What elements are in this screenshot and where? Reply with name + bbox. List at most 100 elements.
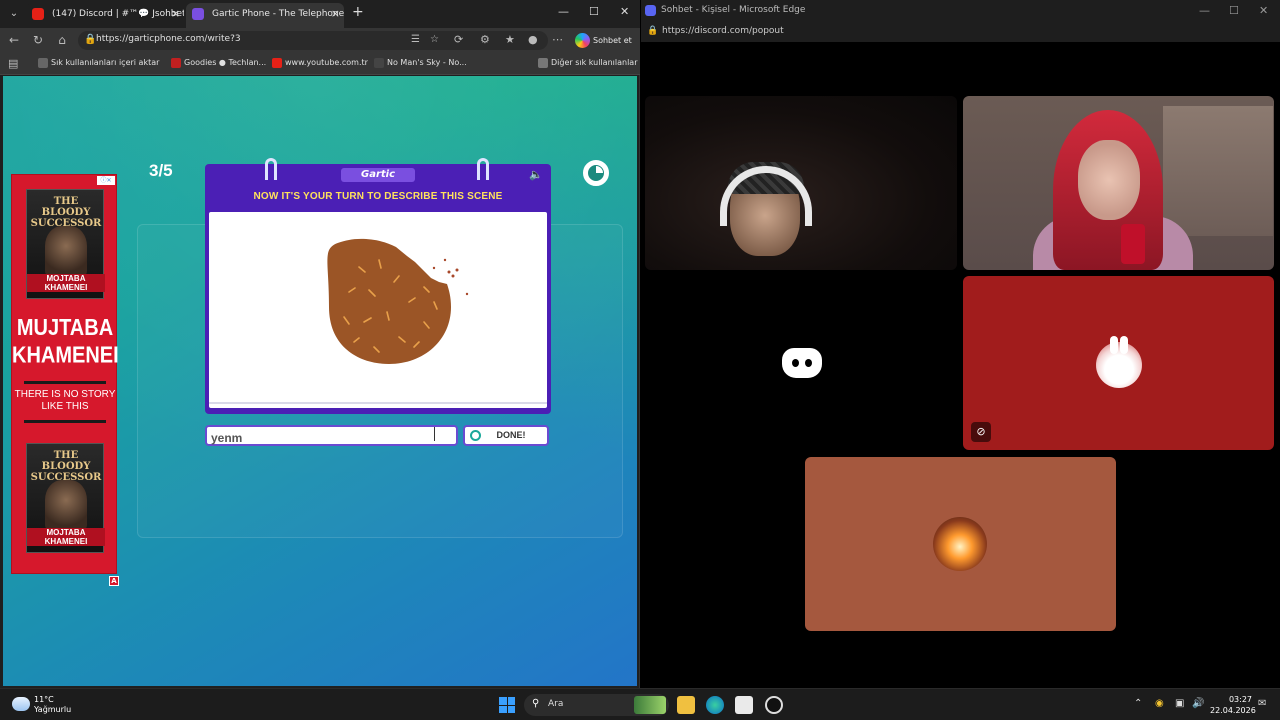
tab-discord[interactable]: (147) Discord | #™💬 Jsohbet × — [26, 3, 184, 28]
store-icon[interactable] — [735, 696, 753, 714]
ad-choices-icon[interactable]: ⓘ✕ — [97, 176, 115, 185]
bookmark-label: www.youtube.com.tr — [285, 58, 368, 67]
done-button[interactable]: DONE! — [463, 425, 549, 446]
sidebar-toggle-icon[interactable]: ▤ — [8, 57, 18, 70]
volume-icon[interactable]: 🔊 — [1192, 698, 1204, 709]
drawing-canvas — [209, 212, 547, 408]
bookmark-other[interactable]: Diğer sık kullanılanlar — [538, 58, 638, 68]
binder-ring — [265, 158, 277, 180]
weather-condition: Yağmurlu — [34, 705, 72, 714]
lock-icon: 🔒 — [84, 34, 97, 45]
bookmark-label: No Man's Sky - No... — [387, 58, 467, 67]
binder-ring — [477, 158, 489, 180]
folder-icon — [538, 58, 548, 68]
bookmark-label: Goodies ● Techlan... — [184, 58, 267, 67]
ad-headline: MUJTABA KHAMENEI — [12, 315, 119, 369]
bookmark-import[interactable]: Sık kullanılanları içeri aktar — [38, 58, 160, 68]
goodies-icon — [171, 58, 181, 68]
edge-icon[interactable] — [706, 696, 724, 714]
ad-badge[interactable]: A — [109, 576, 119, 586]
discord-default-avatar-icon — [782, 348, 822, 378]
back-icon[interactable]: ← — [6, 33, 22, 47]
weather-cloud-icon[interactable] — [12, 697, 30, 711]
search-label: Ara — [548, 699, 564, 709]
fire-avatar — [933, 517, 987, 571]
weather-widget[interactable]: 11°C Yağmurlu — [34, 695, 71, 715]
tab-actions-icon[interactable]: ⌄ — [6, 6, 22, 22]
youtube-icon — [272, 58, 282, 68]
nms-icon — [374, 58, 384, 68]
taskbar-search[interactable]: ⚲ Ara — [524, 694, 669, 716]
advertisement[interactable]: ⓘ✕ THE BLOODY SUCCESSOR MOJTABA KHAMENEI… — [11, 174, 119, 586]
tab-gartic[interactable]: Gartic Phone - The Telephone Gam × — [186, 3, 344, 28]
book-title: THE BLOODY SUCCESSOR — [30, 196, 102, 229]
answer-field[interactable] — [205, 425, 458, 447]
video-tile-user-2[interactable] — [963, 96, 1274, 270]
favorite-star-icon[interactable]: ☆ — [430, 34, 439, 45]
microphone-icon[interactable]: ◉ — [1155, 698, 1164, 709]
bookmark-goodies[interactable]: Goodies ● Techlan... — [171, 58, 267, 68]
bookmark-label: Sık kullanılanları içeri aktar — [51, 58, 160, 67]
copilot-label: Sohbet et — [593, 36, 632, 45]
favorites-icon[interactable]: ★ — [505, 33, 515, 46]
import-icon — [38, 58, 48, 68]
close-window-icon[interactable]: ✕ — [620, 5, 629, 18]
gartic-logo: Gartic — [341, 168, 415, 182]
copilot-icon — [575, 33, 590, 48]
video-tile-user-5[interactable] — [805, 457, 1116, 631]
video-tile-user-4[interactable]: ⊘ — [963, 276, 1274, 450]
more-menu-icon[interactable]: ⋯ — [552, 33, 563, 46]
scene-card: Gartic 🔈 NOW IT'S YOUR TURN TO DESCRIBE … — [205, 158, 551, 414]
clock[interactable]: 03:27 22.04.2026 — [1210, 694, 1256, 716]
close-tab-icon[interactable]: × — [171, 3, 180, 25]
translate-icon[interactable]: ☰ — [411, 34, 420, 45]
book-author-name: MOJTABA KHAMENEI — [27, 274, 105, 292]
popout-url-bar: 🔒 https://discord.com/popout — [641, 22, 1280, 42]
tab-bar: ⌄ (147) Discord | #™💬 Jsohbet × Gartic P… — [0, 0, 640, 28]
search-icon: ⚲ — [532, 698, 540, 709]
bookmarks-bar: ▤ Sık kullanılanları içeri aktar Goodies… — [0, 53, 640, 75]
minimize-icon[interactable]: — — [1199, 4, 1210, 17]
divider — [24, 420, 106, 423]
file-explorer-icon[interactable] — [677, 696, 695, 714]
profile-icon[interactable]: ● — [528, 33, 538, 46]
book-portrait — [45, 480, 87, 530]
bookmark-label: Diğer sık kullanılanlar — [551, 58, 638, 67]
book-author-name: MOJTABA KHAMENEI — [27, 528, 105, 546]
maximize-icon[interactable]: ☐ — [1229, 4, 1239, 17]
video-tile-user-1[interactable] — [645, 96, 957, 270]
book-portrait — [45, 226, 87, 276]
cookie-drawing — [327, 238, 469, 364]
extensions-icon[interactable]: ⚙ — [480, 33, 490, 46]
tray-overflow-icon[interactable]: ⌃ — [1134, 698, 1142, 709]
chrome-icon[interactable] — [765, 696, 783, 714]
divider — [24, 381, 106, 384]
left-browser-window: ⌄ (147) Discord | #™💬 Jsohbet × Gartic P… — [0, 0, 640, 688]
refresh-page-icon[interactable]: ⟳ — [454, 33, 463, 46]
home-icon[interactable]: ⌂ — [54, 33, 70, 47]
video-tile-user-3[interactable] — [645, 276, 957, 450]
copilot-button[interactable]: Sohbet et — [575, 32, 635, 49]
minimize-icon[interactable]: — — [558, 5, 569, 18]
book-cover: THE BLOODY SUCCESSOR MOJTABA KHAMENEI — [26, 443, 105, 553]
canvas-baseline — [209, 402, 547, 404]
bookmark-nomanssky[interactable]: No Man's Sky - No... — [374, 58, 467, 68]
round-counter: 3/5 — [149, 161, 173, 180]
network-icon[interactable]: ▣ — [1175, 698, 1184, 709]
maximize-icon[interactable]: ☐ — [589, 5, 599, 18]
sound-icon[interactable]: 🔈 — [529, 168, 543, 181]
url-input[interactable]: 🔒 https://garticphone.com/write?3 ☰ ☆ — [78, 31, 548, 50]
notification-icon[interactable]: ✉ — [1258, 698, 1266, 709]
microphone — [1121, 224, 1145, 264]
prompt-text: NOW IT'S YOUR TURN TO DESCRIBE THIS SCEN… — [253, 191, 503, 202]
title-bar: Sohbet - Kişisel - Microsoft Edge — ☐ ✕ — [641, 0, 1280, 22]
address-bar: ← ↻ ⌂ 🔒 https://garticphone.com/write?3 … — [0, 28, 640, 53]
bookmark-youtube[interactable]: www.youtube.com.tr — [272, 58, 368, 68]
taskbar: 11°C Yağmurlu ⚲ Ara ⌃ ◉ ▣ 🔊 03:27 22.04.… — [0, 688, 1280, 720]
answer-input[interactable] — [207, 429, 456, 447]
close-window-icon[interactable]: ✕ — [1259, 4, 1268, 17]
start-button[interactable] — [499, 697, 515, 713]
new-tab-button[interactable]: + — [352, 4, 364, 20]
close-tab-icon[interactable]: × — [331, 3, 340, 25]
refresh-icon[interactable]: ↻ — [30, 33, 46, 47]
